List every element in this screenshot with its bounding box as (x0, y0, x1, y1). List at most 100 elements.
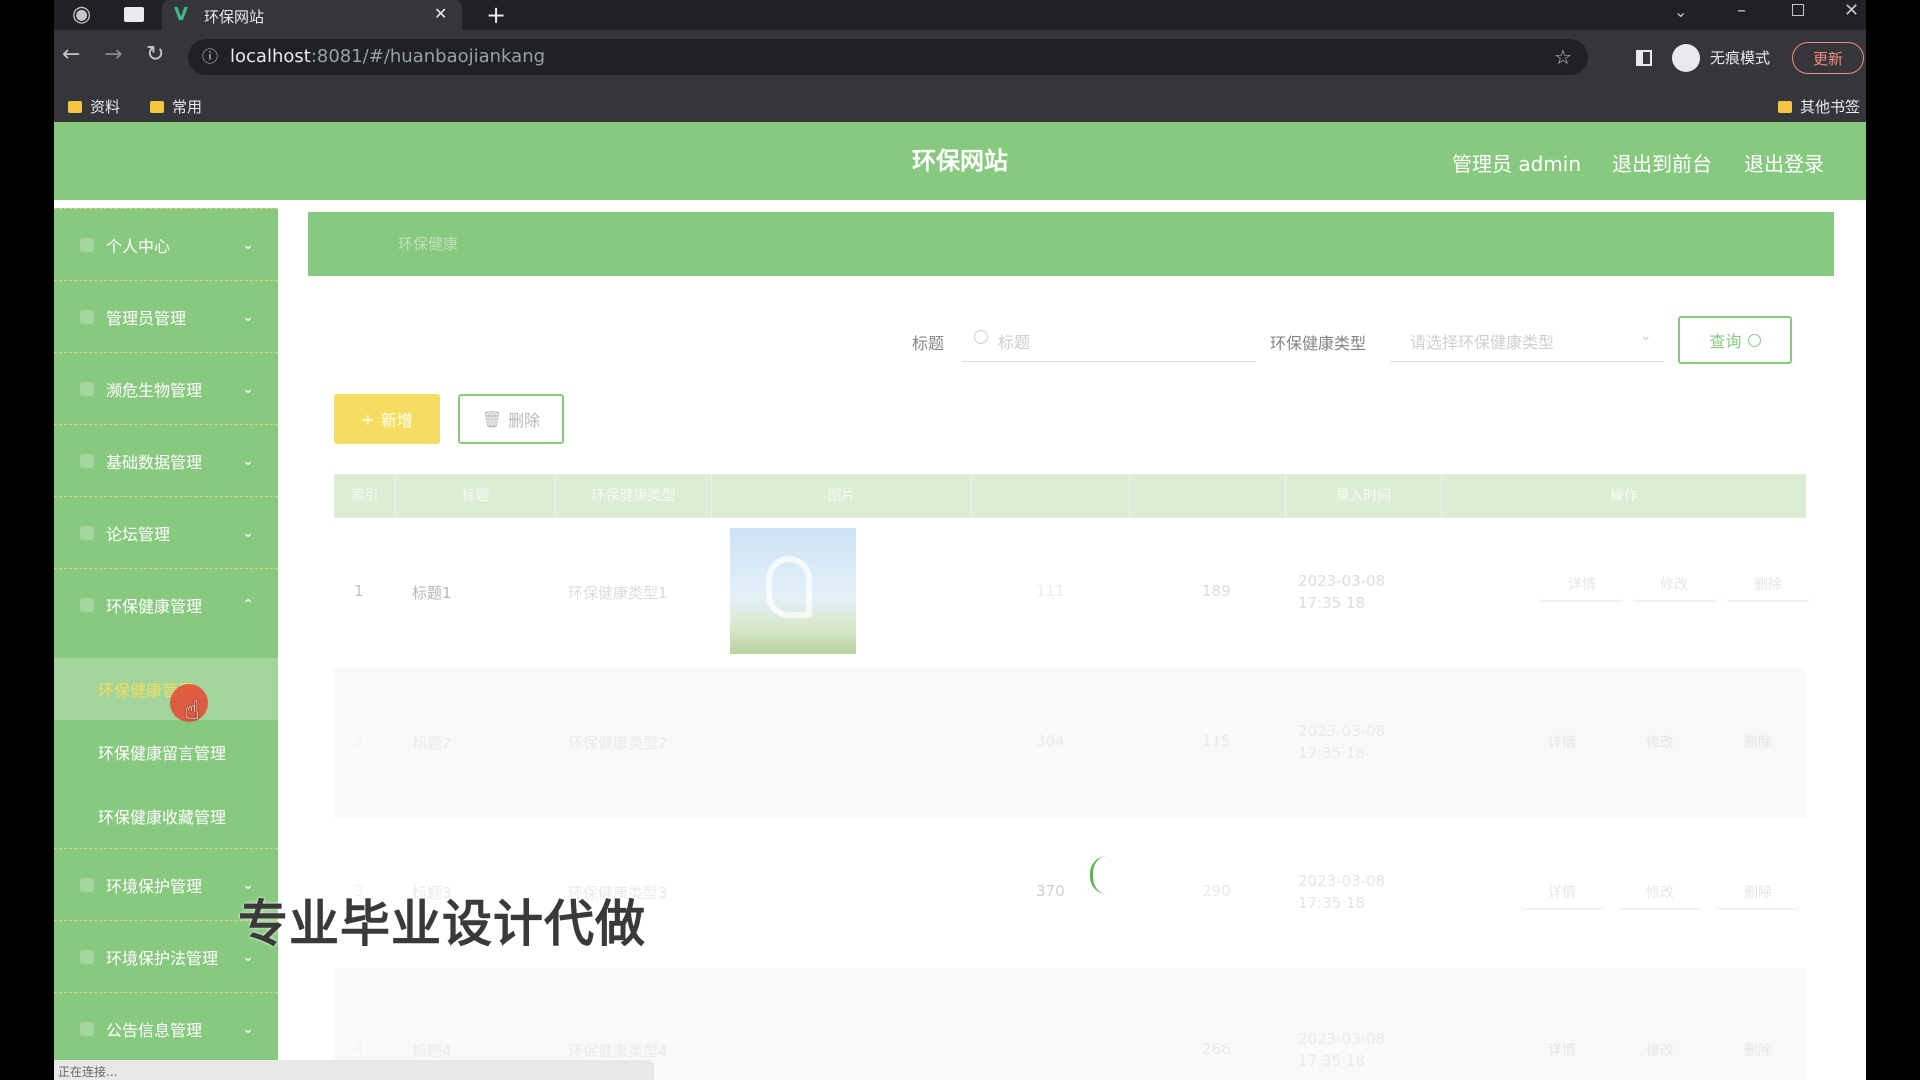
exit-to-front-link[interactable]: 退出到前台 (1612, 148, 1712, 177)
sidebar-item-label: 基础数据管理 (106, 452, 203, 472)
sidebar-item-announcements[interactable]: 公告信息管理 ⌄ (54, 992, 278, 1064)
browser-menu-icon[interactable]: ◉ (72, 4, 91, 26)
bookmark-folder-ziliao[interactable]: 资料 (68, 96, 120, 117)
edit-button[interactable]: 修改 (1618, 1034, 1702, 1068)
sidebar-item-label: 公告信息管理 (106, 1020, 203, 1040)
add-button[interactable]: + 新增 (334, 394, 440, 444)
logout-link[interactable]: 退出登录 (1744, 148, 1824, 177)
update-button[interactable]: 更新 (1792, 42, 1864, 74)
site-title: 环保网站 (912, 147, 1008, 175)
sidebar-item-label: 管理员管理 (106, 308, 187, 328)
sidebar-item-forum[interactable]: 论坛管理 ⌄ (54, 496, 278, 568)
row-delete-button[interactable]: 删除 (1716, 726, 1800, 760)
sidebar-item-env-health[interactable]: 环保健康管理 ⌃ (54, 568, 278, 640)
sidebar-subitem-health-management[interactable]: 环保健康管理 (54, 658, 278, 720)
edit-button[interactable]: 修改 (1618, 876, 1702, 910)
hand-cursor-icon: ☝ (184, 696, 200, 726)
row-delete-label: 删除 (1744, 1043, 1772, 1059)
vue-logo-icon: V (174, 4, 188, 25)
chevron-down-icon: ⌄ (242, 1020, 254, 1037)
title-search-input[interactable]: 标题 (962, 320, 1256, 362)
incognito-avatar[interactable] (1672, 44, 1700, 72)
sidebar-item-label: 个人中心 (106, 236, 171, 256)
leaf-icon (80, 877, 94, 892)
column-header-time: 录入时间 (1286, 474, 1442, 518)
admin-label: 管理员 admin (1452, 152, 1582, 176)
edit-button[interactable]: 修改 (1632, 568, 1716, 602)
bookmark-star-icon[interactable]: ☆ (1554, 39, 1572, 75)
cell-title: 标题1 (412, 584, 452, 602)
delete-button[interactable]: 🗑 删除 (458, 394, 564, 444)
status-bar: 正在连接... (54, 1060, 654, 1080)
cell-index: 1 (354, 582, 364, 600)
sidebar-item-label: 环境保护管理 (106, 876, 203, 896)
cell-type: 环保健康类型4 (568, 1042, 668, 1060)
image-graphic (766, 556, 812, 618)
row-delete-button[interactable]: 删除 (1726, 568, 1810, 602)
other-bookmarks[interactable]: 其他书签 (1778, 96, 1860, 117)
back-icon[interactable]: ← (62, 44, 80, 66)
query-button[interactable]: 查询 (1678, 316, 1792, 364)
row-delete-button[interactable]: 删除 (1716, 876, 1800, 910)
table-row: 2 标题2 环保健康类型2 304 115 2023-03-08 17:35 1… (334, 668, 1806, 818)
browser-window: ◉ V 环保网站 ✕ + ⌄ – ✕ ← → ↻ ⓘ localhost:808… (54, 0, 1866, 1080)
query-label: 查询 (1709, 332, 1742, 351)
edit-label: 修改 (1660, 577, 1688, 593)
cell-image[interactable] (730, 528, 856, 654)
reload-icon[interactable]: ↻ (146, 44, 164, 66)
title-filter-label: 标题 (912, 334, 945, 353)
bookmark-folder-changyong[interactable]: 常用 (150, 96, 202, 117)
column-header-index: 索引 (334, 474, 396, 518)
sidebar-subitem-health-messages[interactable]: 环保健康留言管理 (54, 720, 278, 784)
column-header-image: 图片 (712, 474, 972, 518)
column-header-title: 标题 (396, 474, 556, 518)
tab-strip-icon[interactable] (124, 7, 144, 22)
cell-title: 标题4 (412, 1042, 452, 1060)
column-header-actions: 操作 (1610, 488, 1638, 504)
detail-button[interactable]: 详情 (1520, 876, 1604, 910)
edit-label: 修改 (1646, 885, 1674, 901)
minimize-icon[interactable]: – (1737, 0, 1746, 21)
detail-button[interactable]: 详情 (1520, 1034, 1604, 1068)
user-icon (80, 237, 94, 252)
tab-search-icon[interactable]: ⌄ (1674, 2, 1687, 21)
chevron-down-icon: ⌄ (242, 452, 254, 469)
edit-label: 修改 (1646, 735, 1674, 751)
address-bar-row: ← → ↻ ⓘ localhost:8081/#/huanbaojiankang… (54, 30, 1866, 86)
edit-button[interactable]: 修改 (1618, 726, 1702, 760)
tab-title: 环保网站 (204, 8, 265, 26)
side-panel-icon[interactable] (1636, 50, 1652, 66)
chevron-down-icon: ⌄ (242, 236, 254, 253)
sidebar-item-base-data[interactable]: 基础数据管理 ⌄ (54, 424, 278, 496)
sidebar-item-label: 环境保护法管理 (106, 948, 219, 968)
sidebar-item-personal-center[interactable]: 个人中心 ⌄ (54, 208, 278, 280)
sidebar-item-endangered-species[interactable]: 濒危生物管理 ⌄ (54, 352, 278, 424)
detail-button[interactable]: 详情 (1520, 726, 1604, 760)
sidebar-subitem-label: 环保健康收藏管理 (98, 808, 227, 827)
close-window-icon[interactable]: ✕ (1844, 0, 1859, 21)
sidebar-subitem-health-favorites[interactable]: 环保健康收藏管理 (54, 784, 278, 848)
browser-tab[interactable]: V 环保网站 ✕ (162, 0, 462, 30)
cell-type: 环保健康类型1 (568, 584, 668, 602)
announcement-icon (80, 1021, 94, 1036)
tab-close-icon[interactable]: ✕ (434, 4, 447, 23)
admin-icon (80, 309, 94, 324)
site-info-icon[interactable]: ⓘ (202, 39, 218, 75)
detail-label: 详情 (1548, 1043, 1576, 1059)
cell-count-b: 290 (1202, 882, 1231, 900)
forward-icon[interactable]: → (104, 44, 122, 66)
bookmark-label: 资料 (90, 98, 121, 116)
row-delete-button[interactable]: 删除 (1716, 1034, 1800, 1068)
url-input[interactable]: ⓘ localhost:8081/#/huanbaojiankang ☆ (188, 39, 1588, 75)
cell-count-a: 111 (1036, 582, 1065, 600)
detail-button[interactable]: 详情 (1540, 568, 1624, 602)
type-select[interactable]: 请选择环保健康类型 ⌄ (1390, 320, 1664, 362)
app-header: 环保网站 管理员 admin 退出到前台 退出登录 (54, 122, 1866, 200)
new-tab-icon[interactable]: + (486, 1, 506, 29)
restore-icon[interactable] (1792, 4, 1804, 16)
forum-icon (80, 525, 94, 540)
chevron-down-icon: ⌄ (242, 308, 254, 325)
sidebar-item-admin-management[interactable]: 管理员管理 ⌄ (54, 280, 278, 352)
tab-bar: ◉ V 环保网站 ✕ + ⌄ – ✕ (54, 0, 1866, 30)
sidebar-item-label: 濒危生物管理 (106, 380, 203, 400)
